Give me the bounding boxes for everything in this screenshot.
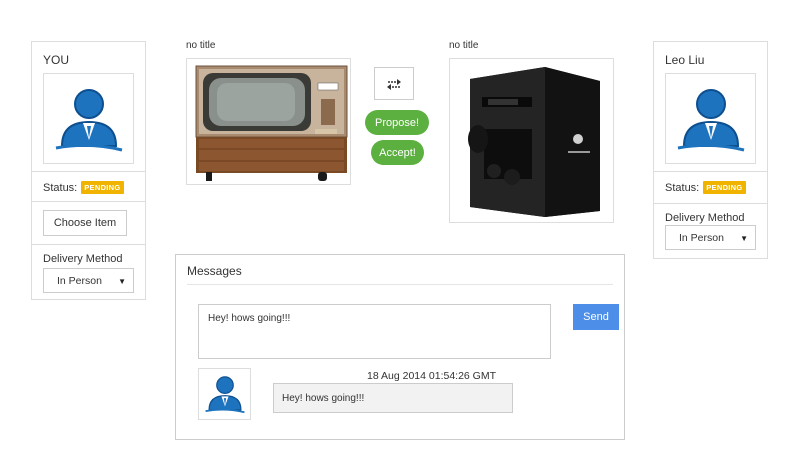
divider — [32, 244, 145, 245]
game-console-image — [468, 67, 600, 217]
divider — [187, 284, 613, 285]
your-panel: YOU Status: PENDING Choose Item Delivery… — [31, 41, 146, 300]
right-item-image — [449, 58, 614, 223]
message-bubble: Hey! hows going!!! — [273, 383, 513, 413]
status-badge: PENDING — [81, 181, 124, 194]
status-label: Status: — [665, 181, 700, 194]
dropdown-arrow-icon: ▼ — [118, 277, 126, 286]
messages-heading: Messages — [187, 264, 242, 278]
delivery-method-select[interactable]: In Person ▼ — [665, 225, 756, 250]
accept-button[interactable]: Accept! — [371, 140, 424, 165]
user-avatar-icon — [55, 88, 122, 151]
your-status: Status: PENDING — [43, 181, 124, 194]
delivery-method-label: Delivery Method — [665, 212, 745, 224]
divider — [32, 201, 145, 202]
divider — [32, 171, 145, 172]
propose-button[interactable]: Propose! — [365, 110, 429, 135]
status-label: Status: — [43, 181, 78, 194]
divider — [654, 203, 767, 204]
user-avatar-icon — [204, 376, 245, 414]
other-user-status: Status: PENDING — [665, 181, 746, 194]
send-button[interactable]: Send — [573, 304, 619, 330]
vintage-tv-image — [195, 65, 348, 181]
dropdown-arrow-icon: ▼ — [740, 234, 748, 243]
left-item-image — [186, 58, 351, 185]
your-avatar — [43, 73, 134, 164]
message-timestamp: 18 Aug 2014 01:54:26 GMT — [367, 370, 497, 382]
other-user-name: Leo Liu — [665, 53, 705, 67]
message-avatar — [198, 368, 251, 420]
messages-panel: Messages Hey! hows going!!! Send 18 Aug … — [175, 254, 625, 440]
user-avatar-icon — [677, 88, 744, 151]
message-input[interactable]: Hey! hows going!!! — [198, 304, 551, 359]
your-name: YOU — [43, 53, 70, 67]
delivery-method-value: In Person — [57, 274, 102, 287]
delivery-method-value: In Person — [679, 231, 724, 244]
delivery-method-select[interactable]: In Person ▼ — [43, 268, 134, 293]
status-badge: PENDING — [703, 181, 746, 194]
swap-arrows-icon — [387, 78, 401, 90]
swap-button[interactable] — [374, 67, 414, 100]
other-user-avatar — [665, 73, 756, 164]
choose-item-button[interactable]: Choose Item — [43, 210, 127, 236]
left-item-title: no title — [186, 40, 216, 51]
other-user-panel: Leo Liu Status: PENDING Delivery Method … — [653, 41, 768, 259]
right-item-title: no title — [449, 40, 479, 51]
delivery-method-label: Delivery Method — [43, 253, 123, 265]
divider — [654, 171, 767, 172]
